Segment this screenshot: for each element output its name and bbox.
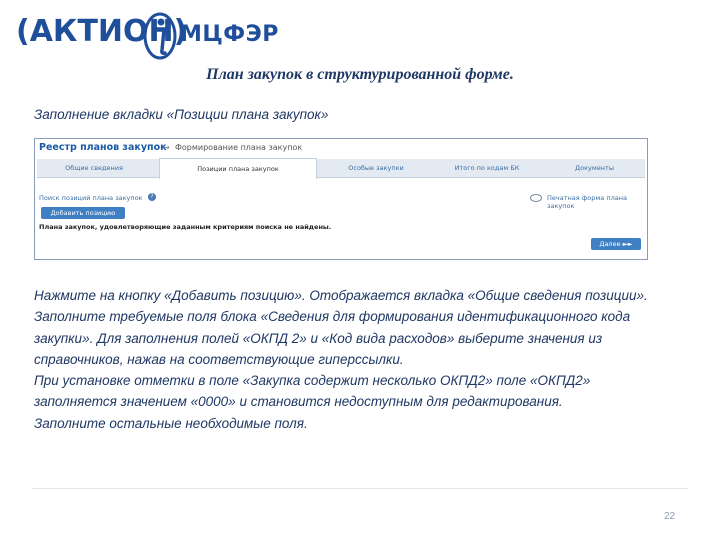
tab-bar: Общие сведения Позиции плана закупок Осо… — [37, 158, 645, 179]
eye-icon — [530, 194, 542, 202]
instructions-text: Нажмите на кнопку «Добавить позицию». От… — [34, 285, 674, 434]
no-results-notice: Плана закупок, удовлетворяющие заданным … — [39, 223, 332, 231]
tab-general-info[interactable]: Общие сведения — [37, 159, 151, 177]
next-button[interactable]: Далее ►► — [591, 238, 641, 250]
page-number: 22 — [664, 511, 676, 522]
breadcrumb-current: Формирование плана закупок — [175, 143, 303, 152]
mcfer-emblem-icon — [143, 12, 177, 60]
breadcrumb-arrow-icon: → — [163, 143, 170, 152]
breadcrumb: Реестр планов закупок → Формирование пла… — [35, 139, 647, 157]
embedded-screenshot: Реестр планов закупок → Формирование пла… — [34, 138, 648, 260]
paragraph-2: При установке отметки в поле «Закупка со… — [34, 373, 591, 410]
search-positions-link[interactable]: Поиск позиций плана закупок — [39, 194, 143, 202]
help-icon[interactable]: ? — [148, 193, 156, 201]
paragraph-1: Нажмите на кнопку «Добавить позицию». От… — [34, 288, 648, 367]
slide-title: План закупок в структурированной форме. — [206, 66, 514, 83]
tab-totals-by-bk[interactable]: Итого по кодам БК — [437, 159, 537, 177]
mcfer-logo: МЦФЭР — [180, 22, 279, 47]
slide-subtitle: Заполнение вкладки «Позиции плана закупо… — [34, 107, 329, 122]
tab-special-purchases[interactable]: Особые закупки — [321, 159, 431, 177]
breadcrumb-registry-link[interactable]: Реестр планов закупок — [39, 139, 167, 157]
footer-divider — [32, 488, 688, 489]
add-position-button[interactable]: Добавить позицию — [41, 207, 125, 219]
print-form-link[interactable]: Печатная форма плана закупок — [547, 194, 647, 210]
paragraph-3: Заполните остальные необходимые поля. — [34, 415, 308, 431]
tab-plan-positions[interactable]: Позиции плана закупок — [159, 158, 317, 179]
tab-documents[interactable]: Документы — [547, 159, 642, 177]
